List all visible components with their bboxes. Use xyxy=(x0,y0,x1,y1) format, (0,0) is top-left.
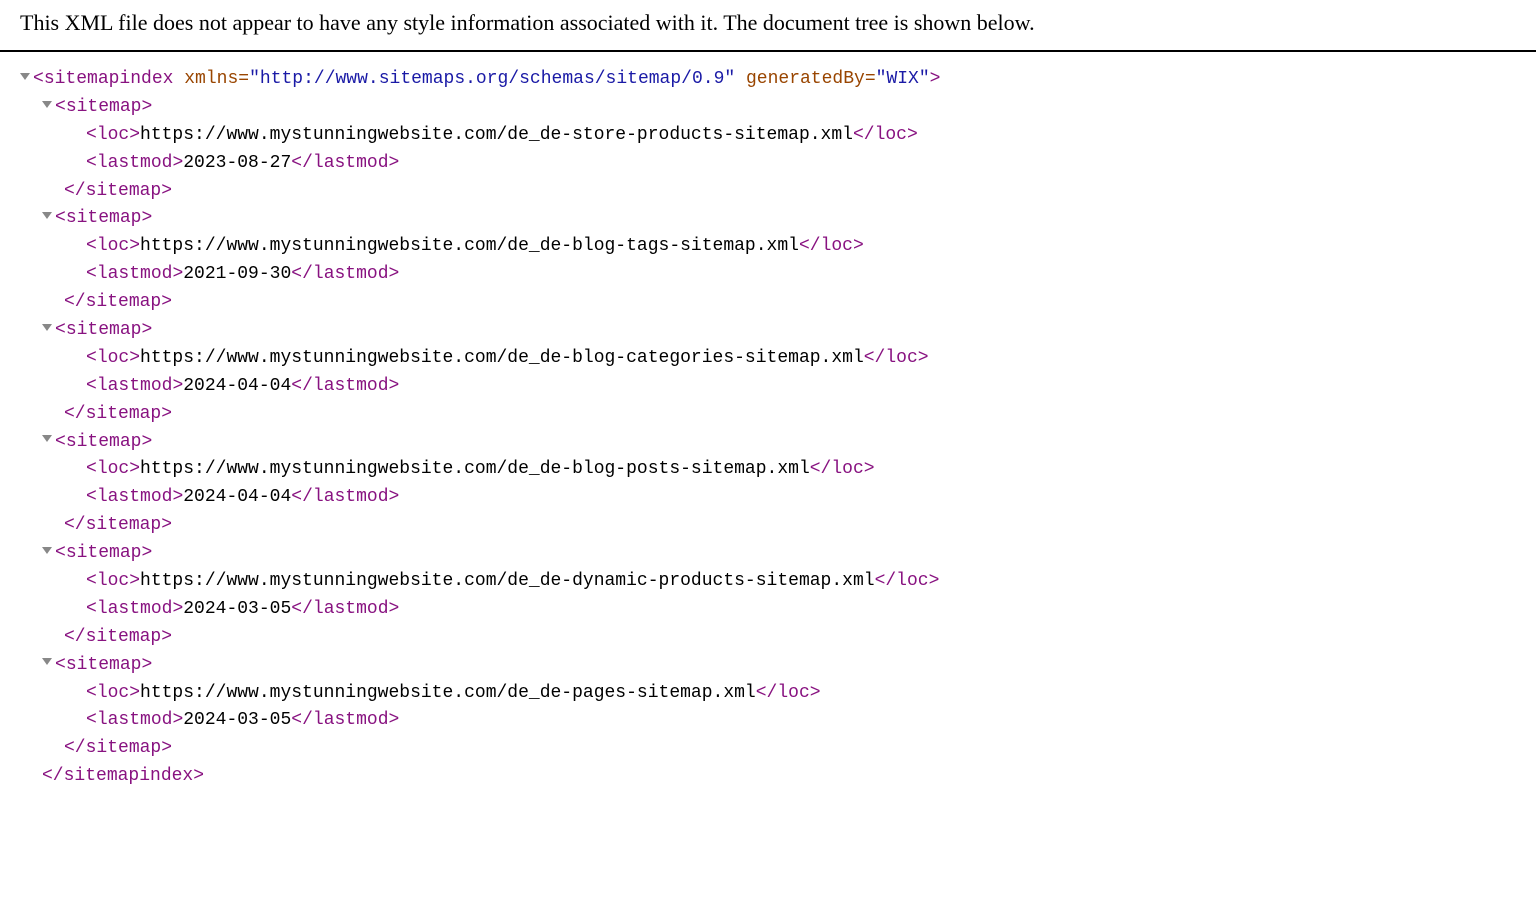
attr-name-0: xmlns xyxy=(184,69,238,89)
loc-line: <loc>https://www.mystunningwebsite.com/d… xyxy=(86,456,1516,484)
sitemap-tag: sitemap xyxy=(66,655,142,675)
loc-tag: loc xyxy=(97,571,129,591)
sitemap-close-line: </sitemap> xyxy=(64,624,1516,652)
xml-tree: <sitemapindex xmlns="http://www.sitemaps… xyxy=(0,52,1536,805)
lastmod-value: 2024-04-04 xyxy=(183,376,291,396)
collapse-toggle-icon[interactable] xyxy=(42,101,52,108)
sitemap-tag-close: sitemap xyxy=(86,292,162,312)
loc-line: <loc>https://www.mystunningwebsite.com/d… xyxy=(86,233,1516,261)
loc-tag-close: loc xyxy=(831,459,863,479)
lastmod-value: 2021-09-30 xyxy=(183,264,291,284)
sitemap-open-line: <sitemap> xyxy=(42,205,1516,233)
attr-val-1: WIX xyxy=(886,69,918,89)
lastmod-tag: lastmod xyxy=(97,264,173,284)
sitemap-close-line: </sitemap> xyxy=(64,178,1516,206)
sitemap-tag: sitemap xyxy=(66,97,142,117)
lastmod-value: 2023-08-27 xyxy=(183,153,291,173)
loc-value: https://www.mystunningwebsite.com/de_de-… xyxy=(140,571,875,591)
loc-tag: loc xyxy=(97,236,129,256)
loc-line: <loc>https://www.mystunningwebsite.com/d… xyxy=(86,345,1516,373)
collapse-toggle-icon[interactable] xyxy=(20,73,30,80)
lastmod-tag: lastmod xyxy=(97,487,173,507)
sitemap-open-line: <sitemap> xyxy=(42,94,1516,122)
collapse-toggle-icon[interactable] xyxy=(42,547,52,554)
sitemaps-container: <sitemap><loc>https://www.mystunningwebs… xyxy=(20,94,1516,763)
lastmod-line: <lastmod>2024-04-04</lastmod> xyxy=(86,373,1516,401)
root-open-line: <sitemapindex xmlns="http://www.sitemaps… xyxy=(20,66,1516,94)
lastmod-tag: lastmod xyxy=(97,710,173,730)
lastmod-value: 2024-04-04 xyxy=(183,487,291,507)
lastmod-line: <lastmod>2024-03-05</lastmod> xyxy=(86,596,1516,624)
root-close-line: </sitemapindex> xyxy=(42,763,1516,791)
loc-tag: loc xyxy=(97,125,129,145)
loc-tag: loc xyxy=(97,348,129,368)
lastmod-tag: lastmod xyxy=(97,376,173,396)
lastmod-tag: lastmod xyxy=(97,153,173,173)
collapse-toggle-icon[interactable] xyxy=(42,658,52,665)
loc-tag-close: loc xyxy=(875,125,907,145)
lastmod-tag-close: lastmod xyxy=(313,710,389,730)
sitemap-open-line: <sitemap> xyxy=(42,429,1516,457)
sitemap-tag: sitemap xyxy=(66,432,142,452)
sitemap-tag-close: sitemap xyxy=(86,515,162,535)
loc-tag-close: loc xyxy=(777,683,809,703)
sitemap-tag: sitemap xyxy=(66,208,142,228)
sitemap-tag-close: sitemap xyxy=(86,627,162,647)
sitemap-tag-close: sitemap xyxy=(86,404,162,424)
lastmod-value: 2024-03-05 xyxy=(183,710,291,730)
loc-tag-close: loc xyxy=(896,571,928,591)
lastmod-line: <lastmod>2024-04-04</lastmod> xyxy=(86,484,1516,512)
loc-value: https://www.mystunningwebsite.com/de_de-… xyxy=(140,125,853,145)
lastmod-tag-close: lastmod xyxy=(313,153,389,173)
loc-tag: loc xyxy=(97,459,129,479)
root-tag-name: sitemapindex xyxy=(44,69,174,89)
loc-line: <loc>https://www.mystunningwebsite.com/d… xyxy=(86,122,1516,150)
sitemap-close-line: </sitemap> xyxy=(64,289,1516,317)
angle-open: < xyxy=(33,69,44,89)
root-close-tag: sitemapindex xyxy=(64,766,194,786)
loc-value: https://www.mystunningwebsite.com/de_de-… xyxy=(140,683,756,703)
sitemap-open-line: <sitemap> xyxy=(42,540,1516,568)
loc-tag: loc xyxy=(97,683,129,703)
loc-value: https://www.mystunningwebsite.com/de_de-… xyxy=(140,459,810,479)
loc-line: <loc>https://www.mystunningwebsite.com/d… xyxy=(86,680,1516,708)
lastmod-line: <lastmod>2021-09-30</lastmod> xyxy=(86,261,1516,289)
lastmod-tag-close: lastmod xyxy=(313,264,389,284)
loc-value: https://www.mystunningwebsite.com/de_de-… xyxy=(140,236,799,256)
loc-tag-close: loc xyxy=(885,348,917,368)
lastmod-value: 2024-03-05 xyxy=(183,599,291,619)
sitemap-tag: sitemap xyxy=(66,320,142,340)
sitemap-open-line: <sitemap> xyxy=(42,317,1516,345)
sitemap-tag: sitemap xyxy=(66,543,142,563)
sitemap-close-line: </sitemap> xyxy=(64,512,1516,540)
sitemap-open-line: <sitemap> xyxy=(42,652,1516,680)
sitemap-close-line: </sitemap> xyxy=(64,401,1516,429)
lastmod-tag-close: lastmod xyxy=(313,376,389,396)
loc-tag-close: loc xyxy=(821,236,853,256)
sitemap-close-line: </sitemap> xyxy=(64,735,1516,763)
xml-no-style-message: This XML file does not appear to have an… xyxy=(0,0,1536,52)
collapse-toggle-icon[interactable] xyxy=(42,435,52,442)
lastmod-line: <lastmod>2023-08-27</lastmod> xyxy=(86,150,1516,178)
collapse-toggle-icon[interactable] xyxy=(42,212,52,219)
lastmod-tag-close: lastmod xyxy=(313,599,389,619)
sitemap-tag-close: sitemap xyxy=(86,738,162,758)
lastmod-tag-close: lastmod xyxy=(313,487,389,507)
lastmod-line: <lastmod>2024-03-05</lastmod> xyxy=(86,707,1516,735)
attr-name-1: generatedBy xyxy=(746,69,865,89)
loc-line: <loc>https://www.mystunningwebsite.com/d… xyxy=(86,568,1516,596)
lastmod-tag: lastmod xyxy=(97,599,173,619)
loc-value: https://www.mystunningwebsite.com/de_de-… xyxy=(140,348,864,368)
sitemap-tag-close: sitemap xyxy=(86,181,162,201)
angle-close: > xyxy=(930,69,941,89)
collapse-toggle-icon[interactable] xyxy=(42,324,52,331)
attr-val-0: http://www.sitemaps.org/schemas/sitemap/… xyxy=(260,69,724,89)
